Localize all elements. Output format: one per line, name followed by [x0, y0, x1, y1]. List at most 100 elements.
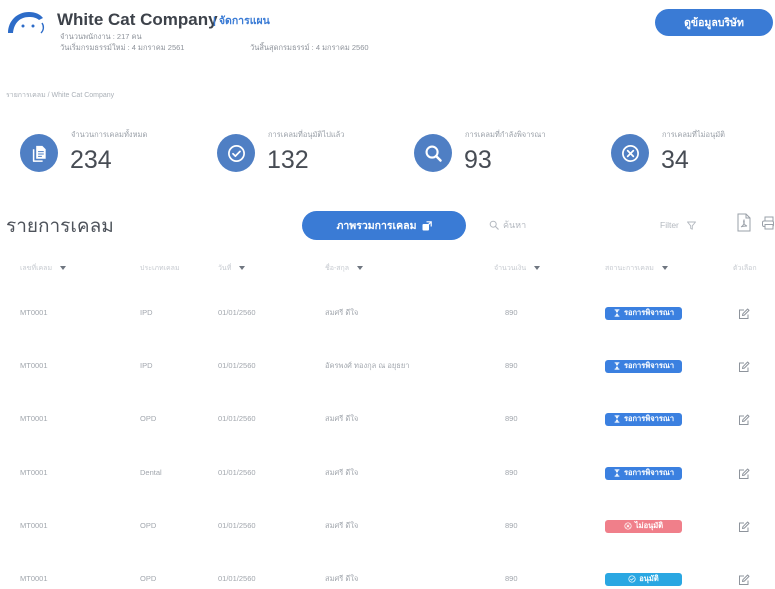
column-header-name[interactable]: ชื่อ-สกุล — [325, 261, 364, 275]
edit-icon[interactable] — [738, 467, 750, 479]
stat-label: จำนวนการเคลมทั้งหมด — [71, 130, 148, 139]
status-label: ไม่อนุมัติ — [634, 521, 664, 530]
claimant-name: สมศรี ดีใจ — [325, 574, 359, 583]
status-badge: รอการพิจารณา — [605, 306, 682, 320]
claim-type: IPD — [140, 308, 153, 317]
claims-dashboard-page: White Cat Company | จัดการแผน จำนวนพนักง… — [0, 0, 775, 589]
claim-amount: 890 — [505, 468, 518, 477]
sort-chevron-icon — [239, 266, 246, 270]
claim-amount: 890 — [505, 361, 518, 370]
pdf-export-icon[interactable] — [737, 213, 751, 232]
filter-button[interactable]: Filter — [660, 216, 696, 234]
column-header-label: เลขที่เคลม — [20, 264, 53, 272]
column-header-date[interactable]: วันที่ — [218, 261, 246, 275]
claimant-name: อัครพงศ์ ทองกุล ณ อยุธยา — [325, 361, 410, 370]
edit-icon[interactable] — [738, 520, 750, 532]
claim-id: MT0001 — [20, 574, 48, 583]
table-row: MT0001 IPD 01/01/2560 อัครพงศ์ ทองกุล ณ … — [0, 356, 775, 376]
status-badge: รอการพิจารณา — [605, 466, 682, 480]
sort-chevron-icon — [534, 266, 541, 270]
policy-end-date: วันสิ้นสุดกรมธรรม์ : 4 มกราคม 2560 — [250, 43, 369, 52]
edit-icon[interactable] — [738, 360, 750, 372]
claim-date: 01/01/2560 — [218, 574, 256, 583]
status-label: รอการพิจารณา — [623, 361, 675, 370]
column-header-label: ตัวเลือก — [733, 264, 757, 272]
x-circle-icon — [611, 134, 649, 172]
status-badge: ไม่อนุมัติ — [605, 519, 682, 533]
hourglass-icon — [613, 309, 621, 317]
edit-icon[interactable] — [738, 413, 750, 425]
column-header-amount[interactable]: จำนวนเงิน — [494, 261, 541, 275]
claim-type: OPD — [140, 521, 157, 530]
status-label: อนุมัติ — [639, 574, 659, 583]
table-row: MT0001 Dental 01/01/2560 สมศรี ดีใจ 890 … — [0, 463, 775, 483]
column-header-label: ชื่อ-สกุล — [325, 264, 350, 272]
status-label: รอการพิจารณา — [623, 414, 675, 423]
stat-total-claims: จำนวนการเคลมทั้งหมด 234 — [20, 128, 210, 178]
claim-date: 01/01/2560 — [218, 308, 256, 317]
claim-id: MT0001 — [20, 414, 48, 423]
column-header-label: จำนวนเงิน — [494, 264, 527, 272]
company-name: White Cat Company — [57, 10, 218, 29]
status-label: รอการพิจารณา — [623, 468, 675, 477]
hourglass-icon — [613, 469, 621, 477]
filter-label: Filter — [660, 220, 679, 230]
status-badge: อนุมัติ — [605, 572, 682, 586]
claim-id: MT0001 — [20, 521, 48, 530]
claim-amount: 890 — [505, 574, 518, 583]
stat-label: การเคลมที่กำลังพิจารณา — [465, 130, 546, 139]
table-row: MT0001 IPD 01/01/2560 สมศรี ดีใจ 890 รอก… — [0, 303, 775, 323]
claim-id: MT0001 — [20, 468, 48, 477]
claim-id: MT0001 — [20, 361, 48, 370]
search-box — [486, 213, 646, 237]
column-header-status[interactable]: สถานะการเคลม — [605, 261, 668, 275]
claim-type: IPD — [140, 361, 153, 370]
claims-overview-button[interactable]: ภาพรวมการเคลม — [302, 211, 466, 240]
claim-amount: 890 — [505, 308, 518, 317]
column-header-label: สถานะการเคลม — [605, 264, 654, 272]
claimant-name: สมศรี ดีใจ — [325, 414, 359, 423]
sort-chevron-icon — [60, 266, 67, 270]
claimant-name: สมศรี ดีใจ — [325, 308, 359, 317]
edit-icon[interactable] — [738, 573, 750, 585]
company-info-button[interactable]: ดูข้อมูลบริษัท — [655, 9, 773, 36]
policy-start-date: วันเริ่มกรมธรรม์ใหม่ : 4 มกราคม 2561 — [60, 43, 185, 52]
stat-pending-claims: การเคลมที่กำลังพิจารณา 93 — [414, 128, 604, 178]
status-badge: รอการพิจารณา — [605, 359, 682, 373]
table-row: MT0001 OPD 01/01/2560 สมศรี ดีใจ 890 อนุ… — [0, 569, 775, 589]
check-circle-icon — [217, 134, 255, 172]
manage-plan-link[interactable]: | จัดการแผน — [213, 14, 270, 28]
x-circle-icon — [624, 522, 632, 530]
claim-id: MT0001 — [20, 308, 48, 317]
stat-approved-claims: การเคลมที่อนุมัติไปแล้ว 132 — [217, 128, 407, 178]
claims-overview-label: ภาพรวมการเคลม — [336, 220, 417, 232]
search-input[interactable] — [486, 213, 646, 237]
claim-date: 01/01/2560 — [218, 361, 256, 370]
employee-count: จำนวนพนักงาน : 217 คน — [60, 32, 142, 41]
print-icon[interactable] — [762, 216, 774, 230]
column-header-claim-type: ประเภทเคลม — [140, 261, 180, 275]
stat-value: 34 — [661, 146, 689, 174]
sort-chevron-icon — [661, 266, 668, 270]
check-circle-icon — [628, 575, 636, 583]
stat-value: 93 — [464, 146, 492, 174]
hourglass-icon — [613, 362, 621, 370]
status-label: รอการพิจารณา — [623, 308, 675, 317]
external-link-icon — [422, 220, 432, 231]
column-header-label: วันที่ — [218, 264, 232, 272]
claimant-name: สมศรี ดีใจ — [325, 468, 359, 477]
search-icon — [414, 134, 452, 172]
claimant-name: สมศรี ดีใจ — [325, 521, 359, 530]
claim-type: OPD — [140, 414, 157, 423]
table-row: MT0001 OPD 01/01/2560 สมศรี ดีใจ 890 ไม่… — [0, 516, 775, 536]
stat-rejected-claims: การเคลมที่ไม่อนุมัติ 34 — [611, 128, 775, 178]
white-cat-logo-icon — [5, 9, 47, 35]
hourglass-icon — [613, 415, 621, 423]
claim-type: Dental — [140, 468, 162, 477]
column-header-claim-id[interactable]: เลขที่เคลม — [20, 261, 67, 275]
edit-icon[interactable] — [738, 307, 750, 319]
stat-value: 234 — [70, 146, 112, 174]
stat-label: การเคลมที่อนุมัติไปแล้ว — [268, 130, 345, 139]
stat-value: 132 — [267, 146, 309, 174]
claim-date: 01/01/2560 — [218, 414, 256, 423]
